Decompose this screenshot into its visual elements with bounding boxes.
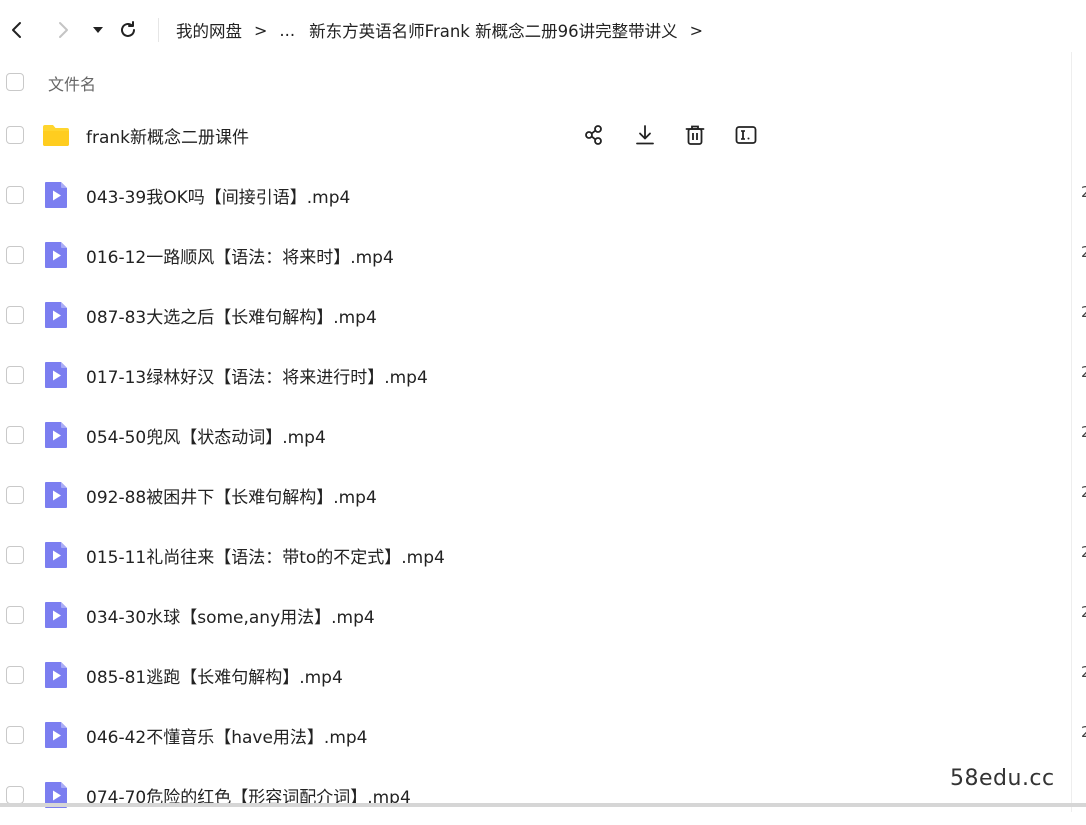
video-file-icon [45, 182, 67, 208]
list-item-video[interactable]: 087-83大选之后【长难句解构】.mp4 [0, 285, 1086, 345]
video-file-icon [45, 422, 67, 448]
row-checkbox[interactable] [6, 606, 24, 624]
file-list-header: 文件名 [0, 60, 1086, 104]
row-checkbox[interactable] [6, 366, 24, 384]
rename-icon [735, 126, 756, 144]
list-item-video[interactable]: 092-88被困井下【长难句解构】.mp4 [0, 465, 1086, 525]
watermark: 58edu.cc [950, 766, 1055, 791]
row-checkbox[interactable] [6, 486, 24, 504]
video-file-icon [45, 242, 67, 268]
row-checkbox[interactable] [6, 426, 24, 444]
row-checkbox[interactable] [6, 246, 24, 264]
video-file-icon [45, 362, 67, 388]
chevron-right-icon [59, 22, 68, 38]
file-name[interactable]: 016-12一路顺风【语法：将来时】.mp4 [86, 243, 394, 268]
forward-button[interactable] [49, 16, 77, 44]
list-item-folder[interactable]: frank新概念二册课件 [0, 105, 1086, 165]
file-name[interactable]: frank新概念二册课件 [86, 123, 249, 148]
delete-icon [685, 125, 705, 145]
list-item-video[interactable]: 054-50兜风【状态动词】.mp4 [0, 405, 1086, 465]
file-name[interactable]: 015-11礼尚往来【语法：带to的不定式】.mp4 [86, 543, 445, 568]
list-item-video[interactable]: 034-30水球【some,any用法】.mp4 [0, 585, 1086, 645]
video-file-icon [45, 662, 67, 688]
edge-column-value: 2 [1081, 183, 1086, 201]
edge-column-value: 2 [1081, 483, 1086, 501]
video-file-icon [45, 602, 67, 628]
download-button[interactable] [631, 121, 659, 149]
video-file-icon [45, 482, 67, 508]
file-name[interactable]: 046-42不懂音乐【have用法】.mp4 [86, 723, 368, 748]
file-name[interactable]: 017-13绿林好汉【语法：将来进行时】.mp4 [86, 363, 428, 388]
video-file-icon [45, 542, 67, 568]
breadcrumb-separator: > [689, 20, 704, 40]
file-name[interactable]: 087-83大选之后【长难句解构】.mp4 [86, 303, 377, 328]
edge-column-value: 2 [1081, 663, 1086, 681]
share-button[interactable] [580, 121, 608, 149]
edge-column-value: 2 [1081, 363, 1086, 381]
row-checkbox[interactable] [6, 306, 24, 324]
breadcrumb-separator: > [254, 20, 268, 40]
refresh-button[interactable] [114, 16, 142, 44]
edge-column-value: 2 [1081, 723, 1086, 741]
download-icon [635, 125, 654, 145]
list-item-video[interactable]: 016-12一路顺风【语法：将来时】.mp4 [0, 225, 1086, 285]
breadcrumb-current-folder[interactable]: 新东方英语名师Frank 新概念二册96讲完整带讲义 [309, 18, 677, 42]
file-name[interactable]: 085-81逃跑【长难句解构】.mp4 [86, 663, 343, 688]
back-button[interactable] [3, 16, 31, 44]
breadcrumb-root[interactable]: 我的网盘 [176, 18, 242, 42]
chevron-left-icon [12, 22, 21, 38]
toolbar-divider [158, 18, 159, 42]
list-item-video[interactable]: 015-11礼尚往来【语法：带to的不定式】.mp4 [0, 525, 1086, 585]
edge-column-value: 2 [1081, 543, 1086, 561]
list-item-video[interactable]: 085-81逃跑【长难句解构】.mp4 [0, 645, 1086, 705]
list-item-video[interactable]: 043-39我OK吗【间接引语】.mp4 [0, 165, 1086, 225]
edge-column-value: 2 [1081, 303, 1086, 321]
edge-column-value: 2 [1081, 603, 1086, 621]
delete-button[interactable] [681, 121, 709, 149]
refresh-icon [121, 21, 135, 37]
row-checkbox[interactable] [6, 786, 24, 804]
file-name[interactable]: 034-30水球【some,any用法】.mp4 [86, 603, 375, 628]
column-header-filename[interactable]: 文件名 [48, 71, 96, 95]
file-name[interactable]: 043-39我OK吗【间接引语】.mp4 [86, 183, 350, 208]
video-file-icon [45, 302, 67, 328]
select-all-checkbox[interactable] [6, 73, 24, 91]
row-checkbox[interactable] [6, 186, 24, 204]
row-checkbox[interactable] [6, 666, 24, 684]
toolbar: 我的网盘 > ... 新东方英语名师Frank 新概念二册96讲完整带讲义 > [0, 0, 1086, 60]
breadcrumb-ellipsis[interactable]: ... [279, 21, 295, 40]
bottom-divider [0, 803, 1086, 807]
history-dropdown-button[interactable] [84, 16, 112, 44]
row-checkbox[interactable] [6, 546, 24, 564]
list-item-video[interactable]: 017-13绿林好汉【语法：将来进行时】.mp4 [0, 345, 1086, 405]
edge-column-value: 2 [1081, 423, 1086, 441]
share-icon [585, 125, 602, 145]
folder-icon [43, 125, 69, 146]
list-item-video[interactable]: 074-70危险的红色【形容词配介词】.mp4 [0, 765, 1086, 825]
edge-column-value: 2 [1081, 243, 1086, 261]
file-name[interactable]: 092-88被困井下【长难句解构】.mp4 [86, 483, 377, 508]
breadcrumb: 我的网盘 > ... 新东方英语名师Frank 新概念二册96讲完整带讲义 > [176, 17, 715, 43]
caret-down-icon [93, 27, 103, 33]
rename-button[interactable] [732, 121, 760, 149]
row-checkbox[interactable] [6, 126, 24, 144]
file-name[interactable]: 054-50兜风【状态动词】.mp4 [86, 423, 326, 448]
list-item-video[interactable]: 046-42不懂音乐【have用法】.mp4 [0, 705, 1086, 765]
video-file-icon [45, 722, 67, 748]
row-checkbox[interactable] [6, 726, 24, 744]
row-actions [580, 121, 782, 149]
